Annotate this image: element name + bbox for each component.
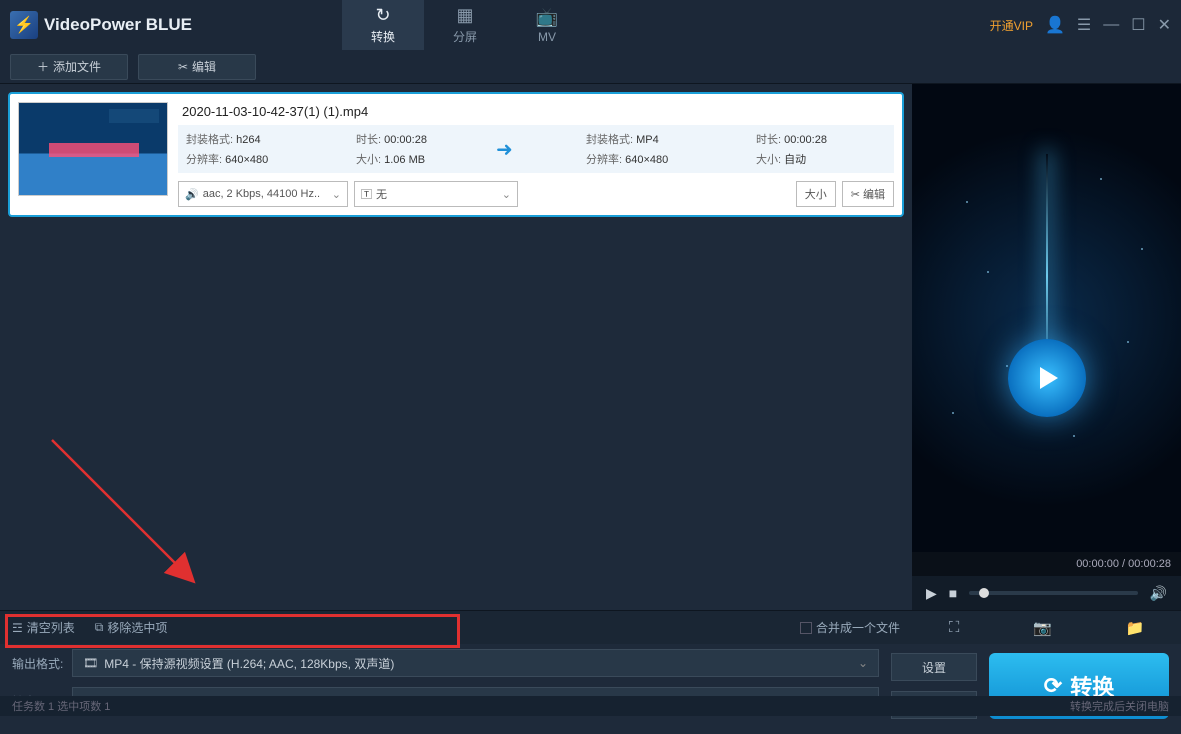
dst-col2: 时长: 00:00:28 大小: 自动 (756, 131, 886, 167)
status-right: 转换完成后关闭电脑 (1070, 698, 1169, 714)
tab-split[interactable]: ▦ 分屏 (424, 0, 506, 50)
output-area: 输出格式: 🎞 MP4 - 保持源视频设置 (H.264; AAC, 128Kb… (0, 644, 1181, 734)
chevron-down-icon: ⌄ (502, 188, 511, 201)
toolbar: ＋ 添加文件 ✂ 编辑 (0, 50, 1181, 84)
window-controls: 开通VIP 👤 ☰ — ☐ ✕ (990, 15, 1171, 35)
chevron-down-icon: ⌄ (858, 656, 868, 670)
app-title: VideoPower BLUE (44, 15, 192, 35)
clear-list-button[interactable]: ☲ 清空列表 (12, 619, 75, 636)
remove-selected-button[interactable]: ⧉ 移除选中项 (95, 619, 168, 636)
remove-icon: ⧉ (95, 620, 104, 635)
folder-icon[interactable]: 📁 (1125, 619, 1144, 637)
output-format-select[interactable]: 🎞 MP4 - 保持源视频设置 (H.264; AAC, 128Kbps, 双声… (72, 649, 879, 677)
grid-icon: ▦ (456, 5, 473, 26)
output-format-row: 输出格式: 🎞 MP4 - 保持源视频设置 (H.264; AAC, 128Kb… (12, 648, 879, 678)
audio-track-select[interactable]: 🔊 aac, 2 Kbps, 44100 Hz.. ⌄ (178, 181, 348, 207)
tv-icon: 📺 (536, 7, 558, 28)
src-col1: 封装格式: h264 分辨率: 640×480 (186, 131, 316, 167)
vip-link[interactable]: 开通VIP (990, 17, 1033, 34)
scissors-icon: ✂ (851, 188, 860, 201)
add-file-button[interactable]: ＋ 添加文件 (10, 54, 128, 80)
main-area: 2020-11-03-10-42-37(1) (1).mp4 封装格式: h26… (0, 84, 1181, 644)
speaker-icon: 🔊 (185, 188, 199, 201)
checkbox-icon (800, 622, 812, 634)
subtitle-icon: 🅃 (361, 186, 372, 202)
size-button[interactable]: 大小 (796, 181, 836, 207)
minimize-button[interactable]: — (1103, 16, 1119, 34)
status-bar: 任务数 1 选中项数 1 转换完成后关闭电脑 (0, 696, 1181, 716)
tab-convert[interactable]: ↻ 转换 (342, 0, 424, 50)
user-icon[interactable]: 👤 (1045, 15, 1065, 35)
subtitle-select[interactable]: 🅃 无 ⌄ (354, 181, 518, 207)
play-button[interactable]: ▶ (926, 585, 937, 602)
refresh-icon: ↻ (375, 5, 390, 26)
preview-panel: 00:00:00 / 00:00:28 ▶ ■ 🔊 ⛶ 📷 📁 (912, 84, 1181, 644)
list-toolbar: ☲ 清空列表 ⧉ 移除选中项 合并成一个文件 (0, 610, 912, 644)
snapshot-icon[interactable]: 📷 (1033, 619, 1052, 637)
logo-icon: ⚡ (10, 11, 38, 39)
scissors-icon: ✂ (178, 60, 188, 74)
video-icon: 🎞 (83, 656, 98, 670)
src-col2: 时长: 00:00:28 大小: 1.06 MB (356, 131, 486, 167)
main-tabs: ↻ 转换 ▦ 分屏 📺 MV (342, 0, 588, 50)
menu-icon[interactable]: ☰ (1077, 15, 1091, 35)
chevron-down-icon: ⌄ (332, 188, 341, 201)
merge-checkbox[interactable]: 合并成一个文件 (800, 619, 900, 636)
file-edit-button[interactable]: ✂ 编辑 (842, 181, 894, 207)
file-name: 2020-11-03-10-42-37(1) (1).mp4 (178, 102, 894, 121)
arrow-right-icon: ➜ (496, 137, 513, 162)
clear-icon: ☲ (12, 621, 23, 635)
titlebar: ⚡ VideoPower BLUE ↻ 转换 ▦ 分屏 📺 MV 开通VIP 👤… (0, 0, 1181, 50)
maximize-button[interactable]: ☐ (1131, 15, 1145, 35)
plus-icon: ＋ (37, 58, 49, 75)
file-list: 2020-11-03-10-42-37(1) (1).mp4 封装格式: h26… (0, 84, 912, 610)
file-meta: 封装格式: h264 分辨率: 640×480 时长: 00:00:28 大小:… (178, 125, 894, 173)
video-preview[interactable] (912, 84, 1181, 552)
file-body: 2020-11-03-10-42-37(1) (1).mp4 封装格式: h26… (178, 102, 894, 207)
stop-button[interactable]: ■ (949, 585, 957, 601)
left-panel: 2020-11-03-10-42-37(1) (1).mp4 封装格式: h26… (0, 84, 912, 644)
status-left: 任务数 1 选中项数 1 (12, 698, 110, 714)
app-logo: ⚡ VideoPower BLUE (10, 11, 192, 39)
file-controls: 🔊 aac, 2 Kbps, 44100 Hz.. ⌄ 🅃 无 ⌄ 大小 ✂ (178, 181, 894, 207)
fullscreen-icon[interactable]: ⛶ (949, 619, 960, 636)
seek-slider[interactable] (969, 591, 1137, 595)
tab-mv[interactable]: 📺 MV (506, 0, 588, 50)
preview-tools: ⛶ 📷 📁 (912, 610, 1181, 644)
dst-col1: 封装格式: MP4 分辨率: 640×480 (586, 131, 716, 167)
file-item[interactable]: 2020-11-03-10-42-37(1) (1).mp4 封装格式: h26… (8, 92, 904, 217)
video-thumbnail (18, 102, 168, 196)
volume-icon[interactable]: 🔊 (1150, 585, 1167, 602)
time-display: 00:00:00 / 00:00:28 (912, 552, 1181, 576)
edit-button[interactable]: ✂ 编辑 (138, 54, 256, 80)
close-button[interactable]: ✕ (1158, 15, 1171, 35)
playback-controls: ▶ ■ 🔊 (912, 576, 1181, 610)
play-disc-icon (1008, 339, 1086, 417)
settings-button[interactable]: 设置 (891, 653, 977, 681)
